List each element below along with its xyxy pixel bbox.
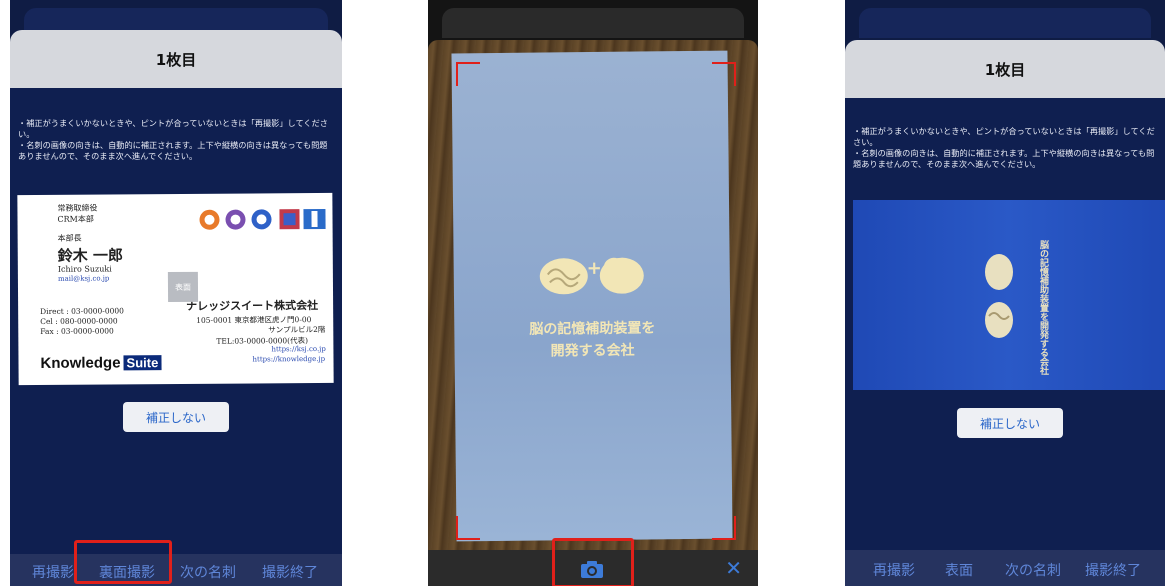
business-card-image: 常務取締役 CRM本部 本部長 鈴木 一郎 Ichiro Suzuki mail… [17,192,334,386]
card-role: 本部長 [57,233,82,243]
retake-button[interactable]: 再撮影 [32,562,74,582]
bottom-toolbar: 再撮影 表面 次の名刺 撮影終了 [845,550,1165,586]
captured-card-back: + 脳の記憶補助装置を 開発する会社 [451,50,733,542]
card-building: サンプルビル2階 [268,324,326,335]
highlight-box [552,538,634,586]
sheet-title: 1枚目 [845,40,1165,98]
instruction-text: ・補正がうまくいかないときや、ピントが合っていないときは「再撮影」してください。… [853,126,1155,169]
card-position: 常務取締役 [57,203,98,213]
card-name-roman: Ichiro Suzuki [57,264,112,274]
phone-panel-review-back: 1枚目 ・補正がうまくいかないときや、ピントが合っていないときは「再撮影」してく… [845,0,1165,586]
next-card-button[interactable]: 次の名刺 [1005,560,1061,580]
no-correction-button[interactable]: 補正しない [123,402,229,432]
review-sheet: 1枚目 ・補正がうまくいかないときや、ピントが合っていないときは「再撮影」してく… [845,40,1165,550]
guide-corner-top-left [456,62,480,86]
status-notch [442,8,744,38]
finish-capture-button[interactable]: 撮影終了 [262,562,318,582]
card-company: ナレッジスイート株式会社 [186,299,319,313]
front-side-button[interactable]: 表面 [945,560,973,580]
plus-sign: + [586,257,602,280]
side-badge: 表面 [167,271,199,303]
guide-corner-top-right [712,62,736,86]
card-url1: https://ksj.co.jp [271,344,326,354]
card-name: 鈴木 一郎 [57,246,124,265]
card-fax: Fax : 03-0000-0000 [40,326,114,336]
guide-corner-bottom-left [456,516,480,540]
phone-panel-camera: + 脳の記憶補助装置を 開発する会社 ✕ [428,0,758,586]
card-slogan-vertical: 脳の記憶補助装置を開発する会社 [1038,240,1048,375]
instruction-text: ・補正がうまくいかないときや、ピントが合っていないときは「再撮影」してください。… [18,118,328,161]
close-icon[interactable]: ✕ [725,556,742,580]
retake-button[interactable]: 再撮影 [873,560,915,580]
next-card-button[interactable]: 次の名刺 [180,562,236,582]
knowledge-suite-logo: Knowledge Suite [40,354,162,372]
card-slogan-line2: 開発する会社 [550,342,635,360]
card-direct: Direct : 03-0000-0000 [40,306,124,316]
card-url2: https://knowledge.jp [252,354,326,364]
card-cel: Cel : 080-0000-0000 [40,316,118,326]
certification-logos [197,207,327,232]
guide-corner-bottom-right [712,516,736,540]
certification-badges-icon [199,208,326,230]
card-dept: CRM本部 [57,214,94,224]
finish-capture-button[interactable]: 撮影終了 [1085,560,1141,580]
status-notch [859,8,1151,38]
review-sheet: 1枚目 ・補正がうまくいかないときや、ピントが合っていないときは「再撮影」してく… [10,30,342,554]
bottom-toolbar: 再撮影 裏面撮影 次の名刺 撮影終了 [10,554,342,586]
logo-suite: Suite [123,355,162,371]
sheet-title: 1枚目 [10,30,342,88]
card-email: mail@ksj.co.jp [57,274,110,283]
highlight-box [74,540,172,584]
card-slogan-line1: 脳の記憶補助装置を [529,320,656,338]
phone-panel-review-front: 1枚目 ・補正がうまくいかないときや、ピントが合っていないときは「再撮影」してく… [10,0,342,586]
captured-card-rotated: 脳の記憶補助装置を開発する会社 [853,200,1165,390]
no-correction-button[interactable]: 補正しない [957,408,1063,438]
logo-knowledge: Knowledge [40,354,121,372]
